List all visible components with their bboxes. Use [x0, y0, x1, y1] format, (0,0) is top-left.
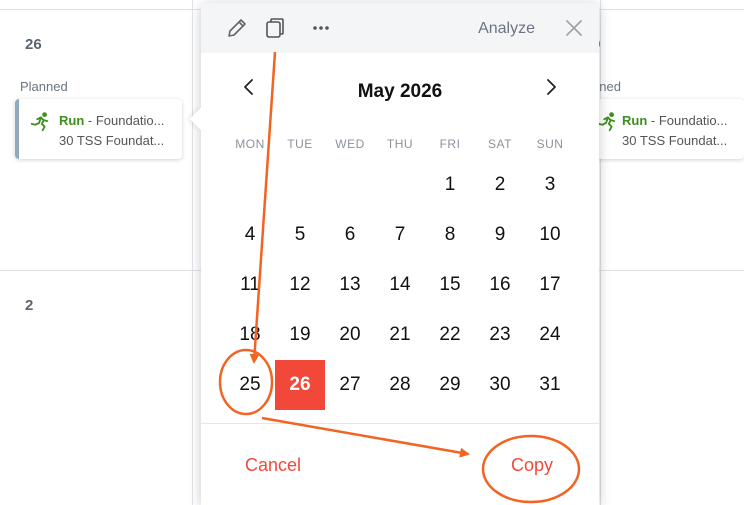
day-number: 2 [25, 297, 34, 314]
calendar-day[interactable]: 1 [425, 160, 475, 210]
calendar-day[interactable]: 8 [425, 210, 475, 260]
workout-title: - Foundatio... [647, 113, 728, 128]
chevron-right-icon[interactable] [541, 75, 561, 99]
weekday-label: MON [235, 137, 265, 151]
calendar-day[interactable]: 30 [475, 360, 525, 410]
calendar-day[interactable]: 4 [225, 210, 275, 260]
calendar-day[interactable]: 29 [425, 360, 475, 410]
calendar-day[interactable]: 15 [425, 260, 475, 310]
analyze-button[interactable]: Analyze [478, 20, 535, 38]
calendar-day[interactable]: 22 [425, 310, 475, 360]
weekday-label: WED [335, 137, 365, 151]
grid-divider [192, 0, 193, 505]
calendar-day[interactable]: 23 [475, 310, 525, 360]
copy-icon[interactable] [263, 16, 287, 40]
calendar-day[interactable]: 20 [325, 310, 375, 360]
popover-toolbar: Analyze [201, 3, 599, 53]
calendar-day[interactable]: 6 [325, 210, 375, 260]
footer-divider [201, 423, 599, 424]
calendar-day[interactable]: 14 [375, 260, 425, 310]
weekday-label: SUN [536, 137, 564, 151]
workout-title: - Foundatio... [84, 113, 165, 128]
calendar-day[interactable]: 28 [375, 360, 425, 410]
calendar-day[interactable]: 13 [325, 260, 375, 310]
calendar-day[interactable]: 9 [475, 210, 525, 260]
day-number: 26 [25, 36, 42, 53]
calendar-day[interactable]: 3 [525, 160, 575, 210]
workout-subtitle: 30 TSS Foundat... [622, 133, 728, 148]
calendar-day[interactable]: 10 [525, 210, 575, 260]
calendar-day[interactable]: 5 [275, 210, 325, 260]
calendar-day[interactable]: 16 [475, 260, 525, 310]
calendar-day[interactable]: 21 [375, 310, 425, 360]
workout-card[interactable]: Run - Foundatio... 30 TSS Foundat... [584, 99, 744, 159]
workout-card[interactable]: Run - Foundatio... 30 TSS Foundat... [15, 99, 182, 159]
more-icon[interactable] [309, 16, 333, 40]
planned-label: Planned [20, 79, 68, 94]
calendar-day[interactable]: 18 [225, 310, 275, 360]
workout-status-bar [15, 99, 19, 159]
pencil-icon[interactable] [225, 16, 249, 40]
weekday-label: TUE [287, 137, 313, 151]
calendar-day[interactable]: 7 [375, 210, 425, 260]
copy-button[interactable]: Copy [511, 455, 553, 476]
run-icon [597, 112, 616, 132]
weekday-label: THU [386, 137, 414, 151]
workout-subtitle: 30 TSS Foundat... [59, 133, 165, 148]
close-icon[interactable] [563, 17, 585, 39]
grid-divider [600, 0, 601, 505]
calendar-day[interactable]: 25 [225, 360, 275, 410]
weekday-label: SAT [488, 137, 512, 151]
calendar-day[interactable]: 2 [475, 160, 525, 210]
month-label: May 2026 [357, 81, 443, 102]
calendar-day[interactable]: 24 [525, 310, 575, 360]
copy-workout-popover: Analyze May 2026 MON TUE WED THU FRI SAT SUN 1… [189, 3, 599, 505]
weekday-label: FRI [439, 137, 461, 151]
calendar-day[interactable]: 19 [275, 310, 325, 360]
calendar-day[interactable]: 31 [525, 360, 575, 410]
calendar-day[interactable]: 17 [525, 260, 575, 310]
calendar-day[interactable]: 27 [325, 360, 375, 410]
workout-sport: Run [622, 113, 648, 128]
run-icon [30, 112, 49, 132]
calendar-day-selected[interactable]: 26 [275, 360, 325, 410]
cancel-button[interactable]: Cancel [245, 455, 301, 476]
calendar-day[interactable]: 12 [275, 260, 325, 310]
calendar-day[interactable]: 11 [225, 260, 275, 310]
workout-sport: Run [59, 113, 85, 128]
